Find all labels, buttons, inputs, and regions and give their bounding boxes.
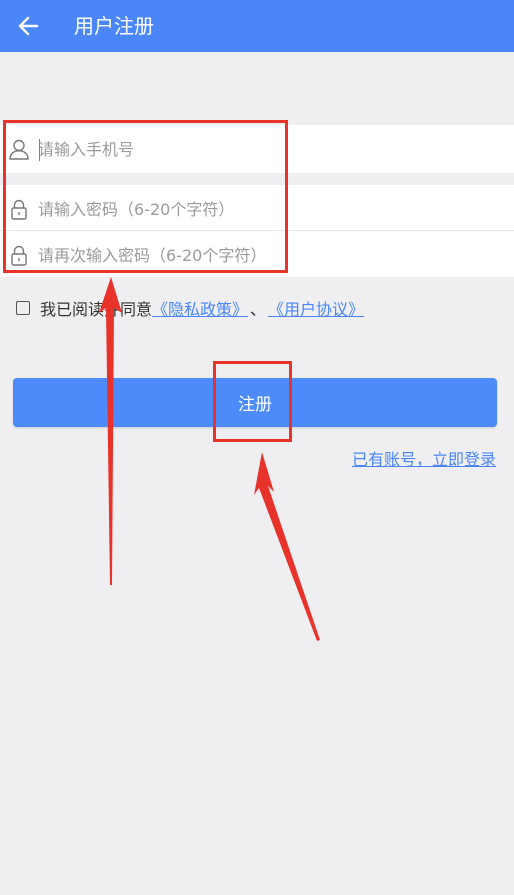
- user-agreement-link[interactable]: 《用户协议》: [268, 296, 364, 320]
- agreement-row: 我已阅读并同意 《隐私政策》 、 《用户协议》: [16, 296, 364, 320]
- annotation-arrow-up: [99, 277, 122, 585]
- login-link[interactable]: 已有账号，立即登录: [352, 446, 496, 470]
- annotation-box-button: [213, 361, 292, 442]
- privacy-policy-link[interactable]: 《隐私政策》: [152, 296, 248, 320]
- arrow-left-icon: [18, 16, 39, 36]
- agree-checkbox[interactable]: [16, 301, 30, 315]
- page-title: 用户注册: [74, 14, 154, 38]
- agreement-separator: 、: [250, 300, 267, 319]
- back-button[interactable]: [8, 6, 48, 46]
- annotation-box-form: [3, 120, 288, 273]
- annotation-arrow-up-right: [254, 452, 320, 641]
- agreement-text: 我已阅读并同意: [40, 300, 153, 319]
- app-bar: 用户注册: [0, 0, 514, 52]
